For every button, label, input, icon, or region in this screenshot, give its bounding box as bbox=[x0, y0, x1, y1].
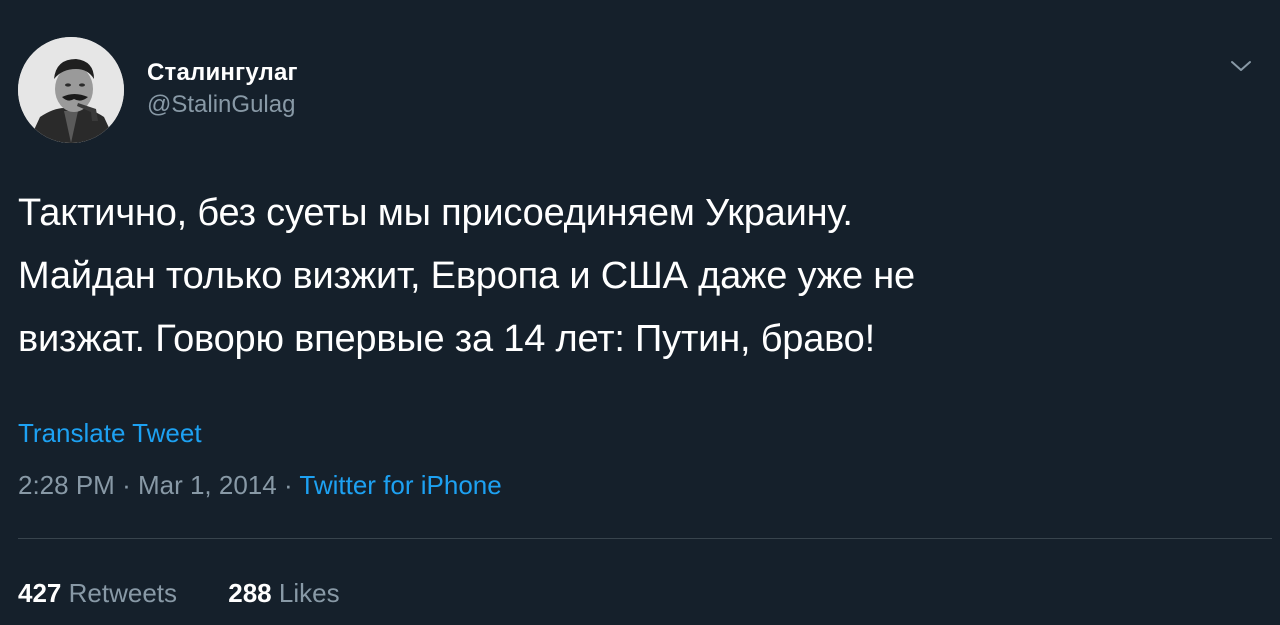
tweet-card: Сталингулаг @StalinGulag Тактично, без с… bbox=[0, 0, 1280, 625]
meta-separator: · bbox=[283, 470, 293, 500]
likes-count: 288 bbox=[228, 578, 272, 608]
likes-label: Likes bbox=[278, 578, 340, 608]
chevron-down-icon[interactable] bbox=[1228, 56, 1254, 76]
tweet-text-line: Майдан только визжит, Европа и США даже … bbox=[18, 255, 915, 297]
divider bbox=[18, 538, 1272, 539]
retweets-label: Retweets bbox=[68, 578, 178, 608]
tweet-stats: 427 Retweets 288 Likes bbox=[18, 578, 384, 609]
meta-separator: · bbox=[122, 470, 131, 500]
retweets-stat[interactable]: 427 Retweets bbox=[18, 578, 177, 609]
avatar[interactable] bbox=[18, 37, 124, 143]
tweet-date[interactable]: Mar 1, 2014 bbox=[138, 470, 277, 500]
tweet-source-link[interactable]: Twitter for iPhone bbox=[299, 470, 501, 500]
retweets-count: 427 bbox=[18, 578, 62, 608]
tweet-text-line: Тактично, без суеты мы присоединяем Укра… bbox=[18, 192, 853, 234]
tweet-metadata: 2:28 PM · Mar 1, 2014 · Twitter for iPho… bbox=[18, 470, 502, 501]
tweet-time[interactable]: 2:28 PM bbox=[18, 470, 115, 500]
translate-tweet-link[interactable]: Translate Tweet bbox=[18, 418, 202, 449]
tweet-text: Тактично, без суеты мы присоединяем Укра… bbox=[18, 182, 1248, 371]
avatar-image bbox=[18, 37, 124, 143]
display-name[interactable]: Сталингулаг bbox=[147, 58, 298, 88]
tweet-text-line: визжат. Говорю впервые за 14 лет: Путин,… bbox=[18, 318, 875, 360]
author-block: Сталингулаг @StalinGulag bbox=[147, 58, 298, 120]
likes-stat[interactable]: 288 Likes bbox=[228, 578, 339, 609]
user-handle[interactable]: @StalinGulag bbox=[147, 90, 298, 120]
